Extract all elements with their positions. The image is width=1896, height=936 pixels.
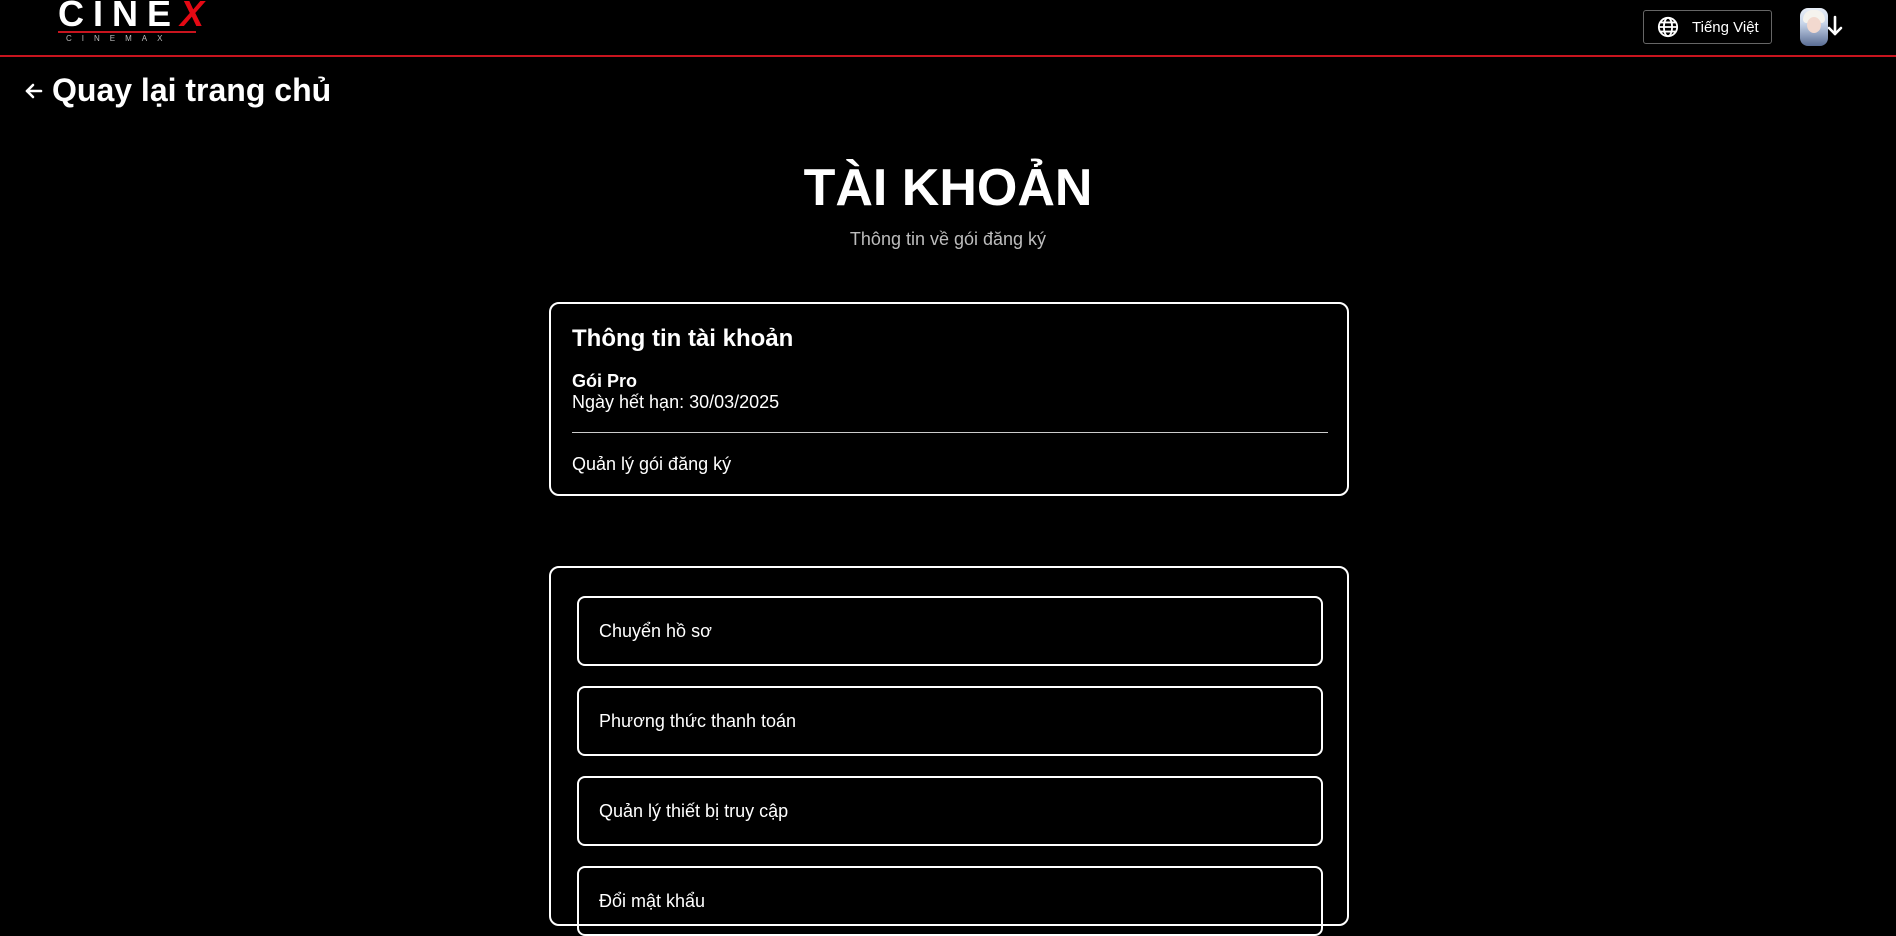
language-label: Tiếng Việt bbox=[1692, 18, 1759, 36]
logo-x-letter: X bbox=[180, 0, 214, 34]
page-subtitle: Thông tin về gói đăng ký bbox=[849, 229, 1047, 249]
avatar[interactable] bbox=[1800, 8, 1828, 46]
menu-item-payment-method[interactable]: Phương thức thanh toán bbox=[577, 686, 1323, 756]
logo-subtitle: CINEMAX bbox=[66, 34, 173, 43]
back-to-home-link[interactable]: Quay lại trang chủ bbox=[24, 72, 331, 109]
cinex-logo[interactable]: CINEX CINEMAX bbox=[58, 0, 204, 44]
language-selector-button[interactable]: Tiếng Việt bbox=[1643, 10, 1772, 44]
logo-underline bbox=[58, 31, 196, 33]
menu-item-manage-devices[interactable]: Quản lý thiết bị truy cập bbox=[577, 776, 1323, 846]
card-divider bbox=[572, 432, 1328, 433]
page-title: TÀI KHOẢN bbox=[803, 159, 1093, 217]
plan-name: Gói Pro bbox=[572, 371, 638, 391]
globe-icon bbox=[1657, 16, 1679, 38]
menu-item-switch-profile[interactable]: Chuyển hồ sơ bbox=[577, 596, 1323, 666]
manage-subscription-link[interactable]: Quản lý gói đăng ký bbox=[572, 454, 731, 475]
arrow-left-icon bbox=[25, 83, 43, 98]
logo-wordmark: CINEX bbox=[58, 0, 213, 32]
back-to-home-label: Quay lại trang chủ bbox=[52, 72, 332, 108]
account-settings-card: Chuyển hồ sơ Phương thức thanh toán Quản… bbox=[549, 566, 1349, 936]
avatar-face bbox=[1807, 17, 1821, 33]
top-header: CINEX CINEMAX Tiếng Việt bbox=[0, 0, 1896, 57]
plan-expiry-date: Ngày hết hạn: 30/03/2025 bbox=[572, 392, 780, 412]
menu-item-change-password[interactable]: Đổi mật khẩu bbox=[577, 866, 1323, 936]
arrow-down-icon[interactable] bbox=[1826, 14, 1844, 38]
account-info-title: Thông tin tài khoản bbox=[572, 325, 794, 352]
account-info-card: Thông tin tài khoản Gói Pro Ngày hết hạn… bbox=[549, 302, 1349, 496]
